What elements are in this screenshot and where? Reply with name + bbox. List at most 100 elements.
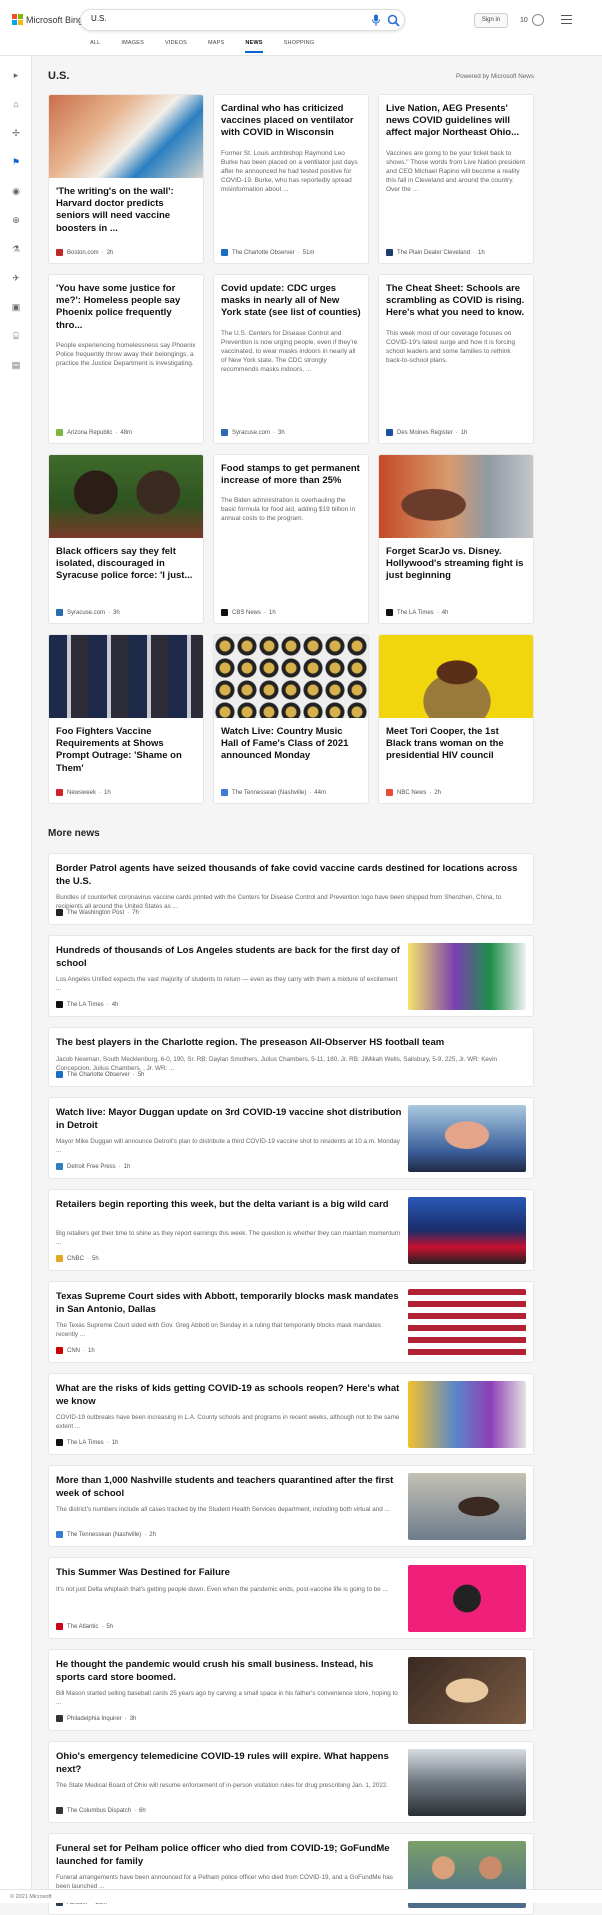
more-news-title[interactable]: Funeral set for Pelham police officer wh… [56, 1843, 402, 1868]
news-card-title[interactable]: 'The writing's on the wall': Harvard doc… [56, 186, 196, 235]
news-card-source[interactable]: Arizona Republic · 48m [56, 429, 132, 436]
more-news-source[interactable]: CNN · 1h [56, 1347, 95, 1354]
news-card-source[interactable]: The Tennessean (Nashville) · 44m [221, 789, 326, 796]
more-news-title[interactable]: Retailers begin reporting this week, but… [56, 1199, 402, 1212]
more-news-title[interactable]: The best players in the Charlotte region… [56, 1037, 526, 1050]
more-news-title[interactable]: Hundreds of thousands of Los Angeles stu… [56, 945, 402, 970]
tab-all[interactable]: ALL [90, 40, 100, 53]
hamburger-menu-icon[interactable] [561, 15, 572, 24]
more-news-item[interactable]: He thought the pandemic would crush his … [48, 1649, 534, 1731]
search-box[interactable] [80, 9, 405, 31]
more-news-thumbnail[interactable] [408, 1473, 526, 1540]
search-icon[interactable] [387, 14, 400, 27]
more-news-item[interactable]: Texas Supreme Court sides with Abbott, t… [48, 1281, 534, 1363]
more-news-source[interactable]: The Washington Post · 7h [56, 909, 139, 916]
home-icon[interactable]: ⌂ [11, 99, 21, 109]
more-news-title[interactable]: Ohio's emergency telemedicine COVID-19 r… [56, 1751, 402, 1776]
news-card-source[interactable]: CBS News · 1h [221, 609, 276, 616]
more-news-source[interactable]: The Tennessean (Nashville) · 2h [56, 1531, 156, 1538]
more-news-thumbnail[interactable] [408, 1657, 526, 1724]
more-news-thumbnail[interactable] [408, 1105, 526, 1172]
entertainment-icon[interactable]: ▣ [11, 302, 21, 312]
news-card-source[interactable]: Syracuse.com · 3h [221, 429, 285, 436]
news-card[interactable]: The Cheat Sheet: Schools are scrambling … [378, 274, 534, 444]
more-news-item[interactable]: The best players in the Charlotte region… [48, 1027, 534, 1087]
more-news-item[interactable]: Ohio's emergency telemedicine COVID-19 r… [48, 1741, 534, 1823]
news-card-image[interactable] [379, 635, 533, 718]
news-card-title[interactable]: Live Nation, AEG Presents' news COVID gu… [386, 103, 526, 140]
news-card-image[interactable] [49, 95, 203, 178]
more-news-item[interactable]: This Summer Was Destined for Failure It's… [48, 1557, 534, 1639]
more-news-item[interactable]: Border Patrol agents have seized thousan… [48, 853, 534, 925]
news-card-title[interactable]: 'You have some justice for me?': Homeles… [56, 283, 196, 332]
more-news-item[interactable]: Hundreds of thousands of Los Angeles stu… [48, 935, 534, 1017]
news-card-source[interactable]: Boston.com · 2h [56, 249, 113, 256]
news-card-image[interactable] [49, 635, 203, 718]
more-news-title[interactable]: Texas Supreme Court sides with Abbott, t… [56, 1291, 402, 1316]
more-news-source[interactable]: Philadelphia Inquirer · 3h [56, 1715, 136, 1722]
sports-icon[interactable]: ✢ [11, 128, 21, 138]
more-news-source[interactable]: The LA Times · 4h [56, 1001, 118, 1008]
politics-flag-icon[interactable]: ⚑ [11, 157, 21, 167]
news-card-title[interactable]: Black officers say they felt isolated, d… [56, 546, 196, 583]
more-news-item[interactable]: Watch live: Mayor Duggan update on 3rd C… [48, 1097, 534, 1179]
more-news-title[interactable]: What are the risks of kids getting COVID… [56, 1383, 402, 1408]
tab-maps[interactable]: MAPS [208, 40, 224, 53]
news-card[interactable]: 'You have some justice for me?': Homeles… [48, 274, 204, 444]
news-card-image[interactable] [379, 455, 533, 538]
news-card[interactable]: Watch Live: Country Music Hall of Fame's… [213, 634, 369, 804]
news-card-image[interactable] [49, 455, 203, 538]
news-card-title[interactable]: Cardinal who has criticized vaccines pla… [221, 103, 361, 140]
news-card-source[interactable]: The Plain Dealer Cleveland · 1h [386, 249, 485, 256]
news-card-title[interactable]: The Cheat Sheet: Schools are scrambling … [386, 283, 526, 320]
news-card[interactable]: Live Nation, AEG Presents' news COVID gu… [378, 94, 534, 264]
tab-shopping[interactable]: SHOPPING [284, 40, 315, 53]
news-card-title[interactable]: Foo Fighters Vaccine Requirements at Sho… [56, 726, 196, 775]
news-card-source[interactable]: The LA Times · 4h [386, 609, 448, 616]
news-card[interactable]: Covid update: CDC urges masks in nearly … [213, 274, 369, 444]
science-icon[interactable]: ⚗ [11, 244, 21, 254]
more-news-title[interactable]: Border Patrol agents have seized thousan… [56, 863, 526, 888]
more-news-source[interactable]: The Columbus Dispatch · 6h [56, 1807, 146, 1814]
sign-in-button[interactable]: Sign in [474, 13, 508, 28]
tab-news[interactable]: NEWS [245, 40, 263, 53]
news-card-title[interactable]: Watch Live: Country Music Hall of Fame's… [221, 726, 361, 763]
news-card-source[interactable]: Syracuse.com · 3h [56, 609, 120, 616]
news-card-title[interactable]: Meet Tori Cooper, the 1st Black trans wo… [386, 726, 526, 763]
microphone-icon[interactable] [371, 14, 381, 27]
technology-icon[interactable]: ✈ [11, 273, 21, 283]
news-card-title[interactable]: Covid update: CDC urges masks in nearly … [221, 283, 361, 320]
more-news-thumbnail[interactable] [408, 943, 526, 1010]
more-news-title[interactable]: He thought the pandemic would crush his … [56, 1659, 402, 1684]
more-news-thumbnail[interactable] [408, 1565, 526, 1632]
more-news-thumbnail[interactable] [408, 1197, 526, 1264]
more-news-source[interactable]: The Charlotte Observer · 5h [56, 1071, 144, 1078]
more-news-title[interactable]: This Summer Was Destined for Failure [56, 1567, 402, 1580]
news-card[interactable]: Foo Fighters Vaccine Requirements at Sho… [48, 634, 204, 804]
more-news-source[interactable]: CNBC · 5h [56, 1255, 99, 1262]
more-news-title[interactable]: More than 1,000 Nashville students and t… [56, 1475, 402, 1500]
news-card-source[interactable]: Des Moines Register · 1h [386, 429, 467, 436]
news-card-image[interactable] [214, 635, 368, 718]
news-card[interactable]: Food stamps to get permanent increase of… [213, 454, 369, 624]
location-icon[interactable]: ◉ [11, 186, 21, 196]
news-card-source[interactable]: Newsweek · 1h [56, 789, 111, 796]
news-card[interactable]: 'The writing's on the wall': Harvard doc… [48, 94, 204, 264]
news-card-source[interactable]: NBC News · 2h [386, 789, 441, 796]
news-card-title[interactable]: Food stamps to get permanent increase of… [221, 463, 361, 487]
more-news-item[interactable]: More than 1,000 Nashville students and t… [48, 1465, 534, 1547]
world-icon[interactable]: ⊕ [11, 215, 21, 225]
more-news-title[interactable]: Watch live: Mayor Duggan update on 3rd C… [56, 1107, 402, 1132]
news-card-source[interactable]: The Charlotte Observer · 51m [221, 249, 314, 256]
tab-videos[interactable]: VIDEOS [165, 40, 187, 53]
news-card-title[interactable]: Forget ScarJo vs. Disney. Hollywood's st… [386, 546, 526, 583]
more-news-source[interactable]: Detroit Free Press · 1h [56, 1163, 130, 1170]
more-news-item[interactable]: What are the risks of kids getting COVID… [48, 1373, 534, 1455]
more-news-thumbnail[interactable] [408, 1749, 526, 1816]
news-card[interactable]: Meet Tori Cooper, the 1st Black trans wo… [378, 634, 534, 804]
expand-icon[interactable]: ▸ [11, 70, 21, 80]
bing-logo[interactable]: Microsoft Bing [12, 14, 83, 25]
more-news-thumbnail[interactable] [408, 1289, 526, 1356]
more-news-thumbnail[interactable] [408, 1381, 526, 1448]
more-news-item[interactable]: Retailers begin reporting this week, but… [48, 1189, 534, 1271]
